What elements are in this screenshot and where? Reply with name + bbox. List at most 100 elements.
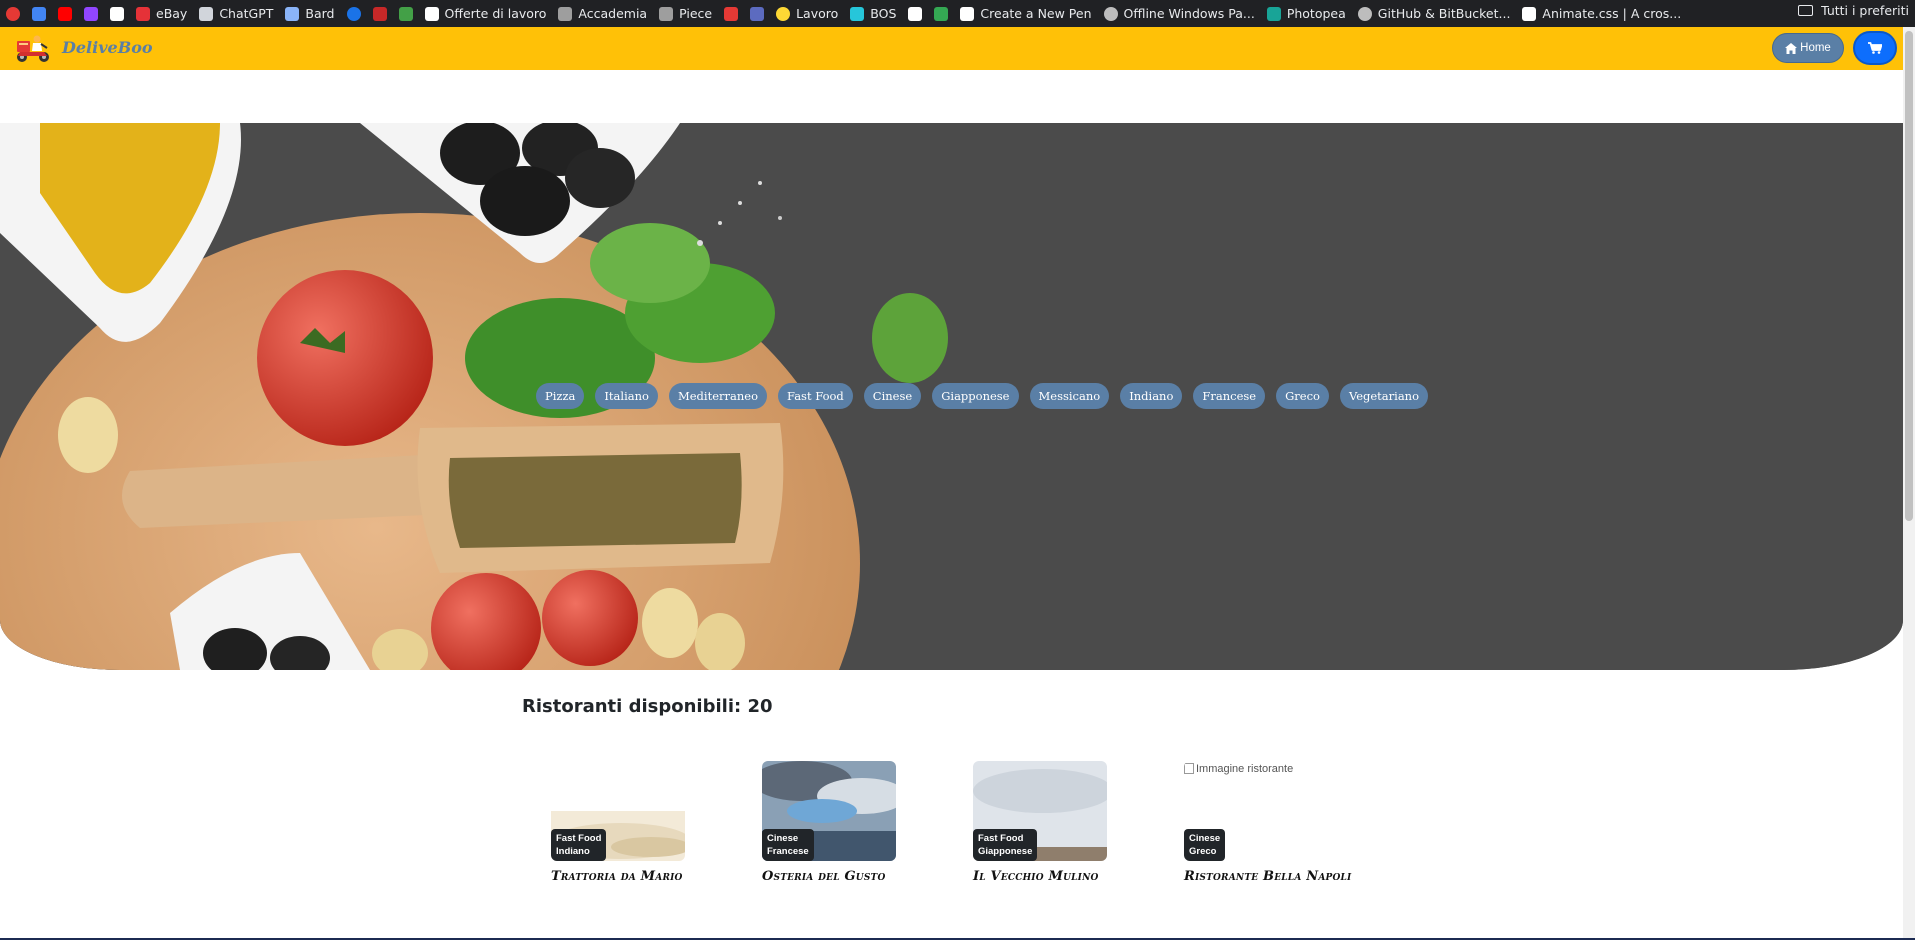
bookmark-label: Photopea [1286, 6, 1346, 21]
red-logo-icon [372, 6, 387, 21]
ai-icon [659, 6, 674, 21]
github-icon [908, 6, 923, 21]
bookmark-item[interactable]: Lavoro [776, 4, 838, 24]
restaurant-name[interactable]: Il Vecchio Mulino [973, 869, 1107, 884]
folder-icon [1798, 5, 1814, 16]
chatgpt-icon [199, 6, 214, 21]
bookmark-label: Accademia [578, 6, 648, 21]
category-chip[interactable]: Italiano [595, 383, 658, 409]
amazon-icon [1522, 6, 1537, 21]
category-chip[interactable]: Vegetariano [1339, 383, 1429, 409]
bookmark-item[interactable]: eBay [136, 4, 187, 24]
bookmark-item[interactable] [6, 4, 20, 24]
bookmark-item[interactable] [372, 4, 387, 24]
ai-icon [558, 6, 573, 21]
green-leaf-icon [398, 6, 413, 21]
category-chip[interactable]: Greco [1276, 383, 1329, 409]
home-button-label: Home [1800, 42, 1831, 54]
bookmark-label: ChatGPT [219, 6, 274, 21]
globe-icon [1103, 6, 1118, 21]
bookmark-item[interactable]: Create a New Pen [960, 4, 1092, 24]
home-icon [1785, 42, 1798, 54]
restaurants-count-heading: Ristoranti disponibili: 20 [522, 696, 773, 717]
cart-button[interactable] [1853, 31, 1897, 65]
bookmark-item[interactable] [934, 4, 949, 24]
search-q-icon [424, 6, 439, 21]
bookmark-item[interactable] [346, 4, 361, 24]
bookmarks-folder[interactable]: Tutti i preferiti [1798, 3, 1909, 18]
bookmark-item[interactable]: BOS [850, 4, 896, 24]
restaurant-image[interactable]: Immagine ristorante Cinese Greco [1184, 761, 1318, 861]
bookmark-item[interactable]: Accademia [558, 4, 647, 24]
bookmark-item[interactable]: GitHub & BitBucket... [1357, 4, 1510, 24]
bookmark-item[interactable]: Offerte di lavoro [424, 4, 547, 24]
category-chip[interactable]: Mediterraneo [668, 383, 767, 409]
broken-image-placeholder: Immagine ristorante [1184, 761, 1318, 775]
bookmark-label: BOS [870, 6, 897, 21]
bookmark-label: Offerte di lavoro [444, 6, 547, 21]
category-chip[interactable]: Pizza [536, 383, 585, 409]
restaurant-name[interactable]: Osteria del Gusto [762, 869, 896, 884]
restaurant-name[interactable]: Ristorante Bella Napoli [1184, 869, 1351, 884]
restaurant-card[interactable]: Fast Food Indiano Trattoria da Mario [551, 761, 685, 884]
restaurant-card[interactable]: Fast Food Giapponese Il Vecchio Mulino [973, 761, 1107, 884]
bookmark-item[interactable] [750, 4, 765, 24]
amazon-icon [110, 6, 124, 21]
bookmark-label: Piece [679, 6, 713, 21]
bookmark-label: Animate.css | A cros... [1542, 6, 1682, 21]
bookmark-item[interactable]: Photopea [1266, 4, 1346, 24]
ebay-icon [136, 6, 150, 21]
play-circle-icon [346, 6, 361, 21]
yellow-circle-icon [776, 6, 791, 21]
restaurant-card[interactable]: Immagine ristorante Cinese Greco Ristora… [1184, 761, 1351, 884]
bookmark-item[interactable]: Animate.css | A cros... [1522, 4, 1681, 24]
restaurant-image[interactable]: Fast Food Indiano [551, 761, 685, 861]
restaurant-name[interactable]: Trattoria da Mario [551, 869, 685, 884]
restaurant-card[interactable]: Cinese Francese Osteria del Gusto [762, 761, 896, 884]
bookmarks-folder-label: Tutti i preferiti [1821, 3, 1909, 18]
bookmark-item[interactable] [908, 4, 923, 24]
restaurant-tags: Fast Food Indiano [551, 829, 607, 861]
restaurant-tags: Fast Food Giapponese [973, 829, 1038, 861]
scrollbar-thumb[interactable] [1905, 31, 1913, 521]
restaurant-tags: Cinese Greco [1184, 829, 1226, 861]
bookmark-item[interactable] [398, 4, 413, 24]
page-scrollbar[interactable] [1903, 27, 1915, 940]
category-chip[interactable]: Francese [1193, 383, 1266, 409]
category-chip[interactable]: Messicano [1029, 383, 1110, 409]
category-chip[interactable]: Cinese [863, 383, 922, 409]
category-chip[interactable]: Indiano [1120, 383, 1183, 409]
codepen-icon [960, 6, 975, 21]
category-filter-list: Pizza Italiano Mediterraneo Fast Food Cinese… [536, 383, 1439, 409]
category-chip[interactable]: Giapponese [932, 383, 1019, 409]
bookmark-item[interactable] [32, 4, 46, 24]
hero-banner: Pizza Italiano Mediterraneo Fast Food Cinese… [0, 123, 1903, 670]
restaurant-image[interactable]: Fast Food Giapponese [973, 761, 1107, 861]
bookmark-item[interactable]: Bard [285, 4, 335, 24]
brand-name[interactable]: DeliveBoo [62, 38, 153, 57]
r-logo-icon [750, 6, 765, 21]
google-drive-icon [934, 6, 949, 21]
bookmark-item[interactable]: Offline Windows Pa... [1103, 4, 1255, 24]
bookmark-label: Offline Windows Pa... [1123, 6, 1255, 21]
bookmark-item[interactable] [110, 4, 124, 24]
home-button[interactable]: Home [1772, 33, 1844, 63]
category-chip[interactable]: Fast Food [778, 383, 853, 409]
stripes-icon [724, 6, 739, 21]
photopea-icon [1266, 6, 1281, 21]
bookmark-item[interactable]: ChatGPT [199, 4, 273, 24]
bookmark-item[interactable]: Piece [659, 4, 712, 24]
bookmark-label: Bard [305, 6, 335, 21]
restaurant-image[interactable]: Cinese Francese [762, 761, 896, 861]
broken-image-icon [1184, 763, 1194, 774]
bookmark-item[interactable] [84, 4, 98, 24]
youtube-icon [58, 6, 72, 21]
delivery-scooter-logo-icon[interactable] [14, 32, 52, 64]
bookmark-label: eBay [156, 6, 188, 21]
bookmark-label: Create a New Pen [980, 6, 1092, 21]
image-alt-text: Immagine ristorante [1196, 763, 1294, 775]
diamond-icon [850, 6, 865, 21]
twitch-icon [84, 6, 98, 21]
bookmark-item[interactable] [724, 4, 739, 24]
bookmark-item[interactable] [58, 4, 72, 24]
